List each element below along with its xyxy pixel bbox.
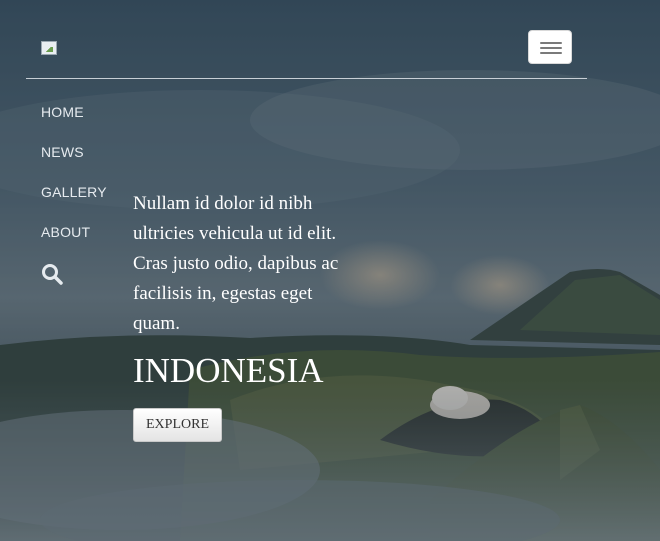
logo-image[interactable] [41, 41, 57, 55]
explore-button[interactable]: EXPLORE [133, 408, 222, 442]
menu-toggle-button[interactable] [528, 30, 572, 64]
nav-item-about[interactable]: ABOUT [41, 224, 107, 264]
header-divider [26, 78, 587, 79]
nav-item-news[interactable]: NEWS [41, 144, 107, 184]
hero-lead-text: Nullam id dolor id nibh ultricies vehicu… [133, 193, 339, 334]
main-nav: HOME NEWS GALLERY ABOUT [41, 104, 107, 264]
nav-item-home[interactable]: HOME [41, 104, 107, 144]
search-icon [42, 264, 63, 285]
hero-title: INDONESIA [133, 351, 324, 390]
hamburger-menu-icon-bar [540, 52, 562, 54]
search-button[interactable] [41, 263, 63, 285]
nav-item-gallery[interactable]: GALLERY [41, 184, 107, 224]
hamburger-menu-icon [540, 42, 562, 44]
hero-content: Nullam id dolor id nibh ultricies vehicu… [133, 189, 348, 442]
hamburger-menu-icon-bar [540, 47, 562, 49]
